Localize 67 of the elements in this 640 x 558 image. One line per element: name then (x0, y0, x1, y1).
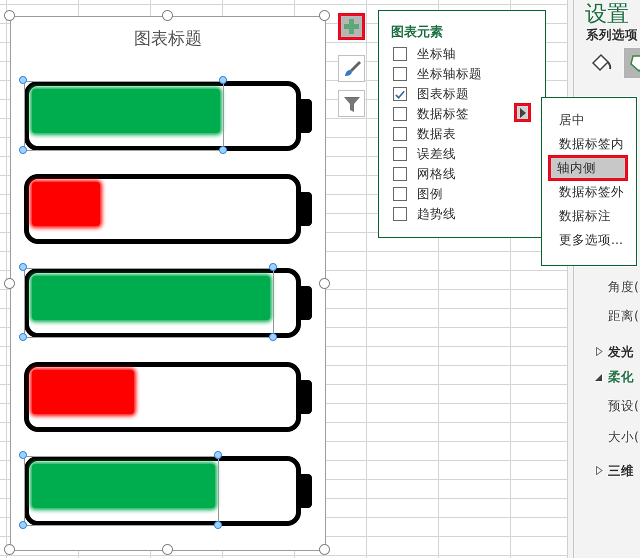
pane-title: 设置 (585, 1, 629, 28)
checkbox-label[interactable]: 坐标轴 (417, 45, 456, 64)
selection-handle[interactable] (19, 521, 27, 529)
battery-terminal (301, 286, 312, 320)
pane-subtitle: 系列选项 (586, 26, 638, 44)
checkbox-label[interactable]: 趋势线 (417, 205, 456, 224)
selection-handle[interactable] (19, 76, 27, 84)
chart-filters-button[interactable] (338, 90, 365, 117)
selection-handle[interactable] (19, 333, 27, 341)
section-header[interactable]: 发光 (608, 343, 634, 362)
battery-terminal (301, 380, 312, 414)
selection-handle[interactable] (214, 521, 222, 529)
checkbox-label[interactable]: 数据标签 (417, 105, 469, 124)
menu-item[interactable]: 数据标签内 (550, 133, 626, 155)
checkbox[interactable] (393, 187, 407, 202)
resize-handle[interactable] (4, 544, 15, 555)
checkbox[interactable] (393, 47, 407, 62)
checkbox-label[interactable]: 误差线 (417, 145, 456, 164)
selection-handle[interactable] (219, 76, 227, 84)
checkbox-label[interactable]: 图例 (417, 185, 443, 204)
battery-terminal (301, 474, 312, 508)
field-label: 角度( (608, 278, 639, 296)
checkbox[interactable] (393, 127, 407, 142)
selection-handle[interactable] (214, 451, 222, 459)
chart-styles-button[interactable] (338, 55, 365, 82)
menu-item[interactable]: 数据标注 (550, 205, 626, 227)
checkbox-label[interactable]: 网格线 (417, 165, 456, 184)
chart-title[interactable]: 图表标题 (11, 27, 325, 52)
field-label: 大小( (608, 428, 639, 446)
selection-handle[interactable] (219, 146, 227, 154)
section-header[interactable]: 三维 (608, 462, 634, 481)
selection-handle[interactable] (19, 451, 27, 459)
resize-handle[interactable] (162, 544, 173, 555)
selection-handle[interactable] (269, 333, 277, 341)
menu-item[interactable]: 轴内侧 (548, 155, 628, 181)
submenu-arrow-button[interactable] (514, 103, 531, 122)
resize-handle[interactable] (319, 544, 330, 555)
menu-item[interactable]: 居中 (550, 109, 626, 131)
checkbox-label[interactable]: 坐标轴标题 (417, 65, 482, 84)
checkbox-label[interactable]: 图表标题 (417, 85, 469, 104)
field-label: 距离( (608, 307, 639, 325)
add-element-button[interactable] (338, 13, 365, 40)
checkbox[interactable] (393, 107, 407, 122)
menu-item[interactable]: 数据标签外 (550, 181, 626, 203)
battery-terminal (301, 99, 312, 133)
menu-item[interactable]: 更多选项... (550, 229, 626, 251)
resize-handle[interactable] (319, 278, 330, 289)
checkbox[interactable] (393, 167, 407, 182)
selection-handle[interactable] (19, 263, 27, 271)
resize-handle[interactable] (319, 10, 330, 21)
resize-handle[interactable] (4, 10, 15, 21)
resize-handle[interactable] (162, 10, 173, 21)
section-header[interactable]: 柔化 (608, 368, 634, 387)
selection-handle[interactable] (19, 146, 27, 154)
checkbox[interactable] (393, 87, 407, 102)
field-label: 预设( (608, 397, 639, 415)
checkbox[interactable] (393, 67, 407, 82)
resize-handle[interactable] (4, 278, 15, 289)
chart-area[interactable]: 图表标题 (10, 16, 326, 551)
battery-terminal (301, 192, 312, 226)
checkbox-label[interactable]: 数据表 (417, 125, 456, 144)
checkbox[interactable] (393, 147, 407, 162)
checkbox[interactable] (393, 207, 407, 222)
selection-handle[interactable] (269, 263, 277, 271)
plus-icon (342, 16, 362, 36)
triangle-right-icon (518, 108, 526, 118)
panel-title: 图表元素 (391, 24, 443, 42)
